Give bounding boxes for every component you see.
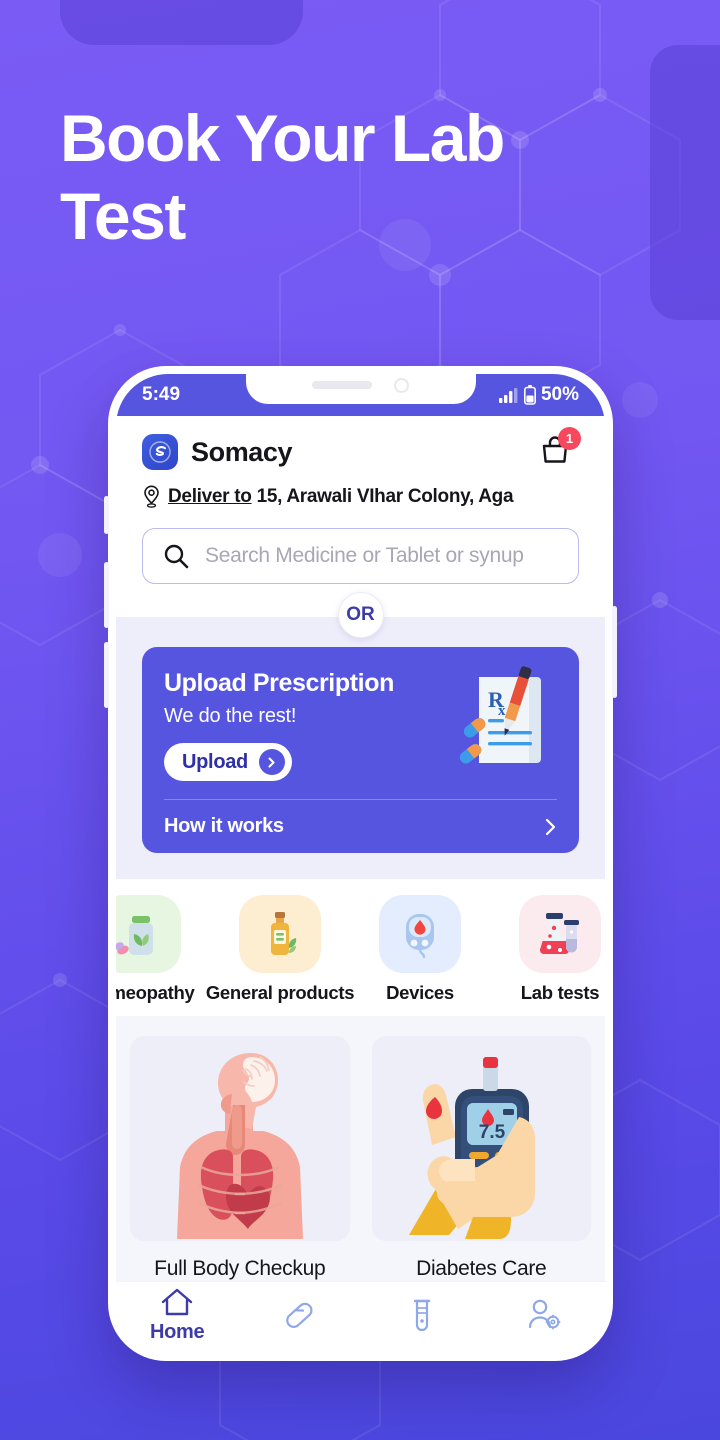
phone-volume-up-button bbox=[104, 562, 109, 628]
home-icon bbox=[161, 1288, 193, 1315]
deliver-to-label: Deliver to bbox=[168, 485, 252, 507]
glucose-reading: 7.5 bbox=[479, 1122, 506, 1143]
glucometer-icon bbox=[379, 895, 461, 974]
category-tab-homeopathy[interactable]: Homeopathy bbox=[116, 895, 210, 1016]
product-section: Full Body Checkup 7.5 Diabetes Care bbox=[116, 1016, 605, 1282]
chevron-right-icon bbox=[258, 749, 285, 776]
nav-item-account[interactable] bbox=[483, 1297, 605, 1333]
category-tab-lab-tests[interactable]: Lab tests bbox=[490, 895, 605, 1016]
signal-bars-icon bbox=[498, 388, 518, 403]
search-placeholder: Search Medicine or Tablet or synup bbox=[205, 544, 524, 568]
brand-block: Somacy bbox=[142, 434, 293, 470]
upload-button[interactable]: Upload bbox=[164, 743, 292, 782]
upload-button-label: Upload bbox=[182, 750, 248, 773]
category-label: General products bbox=[205, 982, 355, 1004]
phone-screen: 5:49 50% Somacy 1 Deliver to 15, Arawali… bbox=[116, 374, 605, 1353]
cart-badge: 1 bbox=[558, 427, 581, 450]
category-label: Lab tests bbox=[520, 982, 600, 1004]
or-badge: OR bbox=[337, 592, 384, 639]
search-input[interactable]: Search Medicine or Tablet or synup bbox=[142, 528, 579, 585]
flask-testtube-icon bbox=[519, 895, 601, 974]
capsule-icon bbox=[286, 1302, 313, 1328]
test-tube-icon bbox=[413, 1299, 430, 1331]
category-tab-general-products[interactable]: General products bbox=[206, 895, 355, 1016]
category-tab-devices[interactable]: Devices bbox=[350, 895, 490, 1016]
promo-section: R x Upload Prescription We do the rest! … bbox=[116, 617, 605, 880]
phone-mute-button bbox=[104, 496, 109, 534]
bottom-navigation: Home bbox=[116, 1281, 605, 1353]
delivery-address-text: Deliver to 15, Arawali VIhar Colony, Aga bbox=[168, 485, 514, 508]
product-name: Full Body Checkup bbox=[154, 1257, 326, 1281]
somacy-logo-icon bbox=[142, 434, 178, 470]
nav-item-lab-tests[interactable] bbox=[361, 1296, 483, 1334]
how-it-works-label: How it works bbox=[164, 815, 284, 838]
phone-notch bbox=[245, 374, 476, 404]
upload-prescription-card[interactable]: R x Upload Prescription We do the rest! … bbox=[142, 647, 579, 854]
app-header: Somacy 1 Deliver to 15, Arawali VIhar Co… bbox=[116, 416, 605, 508]
nav-item-home[interactable]: Home bbox=[116, 1286, 238, 1344]
search-icon bbox=[164, 544, 189, 569]
human-anatomy-icon bbox=[130, 1036, 350, 1242]
front-camera-icon bbox=[394, 377, 409, 393]
product-card-full-body-checkup[interactable]: Full Body Checkup bbox=[130, 1036, 350, 1281]
product-grid: Full Body Checkup 7.5 Diabetes Care bbox=[130, 1036, 591, 1281]
syrup-bottle-icon bbox=[239, 895, 321, 974]
or-divider: OR bbox=[116, 584, 605, 639]
category-label: Devices bbox=[386, 982, 454, 1004]
how-it-works-row[interactable]: How it works bbox=[164, 799, 557, 853]
decorative-rect-top-left bbox=[60, 0, 303, 45]
battery-percent: 50% bbox=[540, 384, 579, 405]
cart-button[interactable]: 1 bbox=[535, 427, 581, 474]
delivery-address-value: 15, Arawali VIhar Colony, Aga bbox=[256, 485, 514, 507]
app-name: Somacy bbox=[191, 436, 293, 467]
status-bar: 5:49 50% bbox=[116, 374, 605, 416]
delivery-address-row[interactable]: Deliver to 15, Arawali VIhar Colony, Aga bbox=[142, 485, 579, 508]
svg-text:x: x bbox=[498, 703, 506, 719]
chevron-right-icon bbox=[545, 818, 556, 835]
brand-row: Somacy 1 bbox=[142, 427, 581, 474]
product-card-diabetes-care[interactable]: 7.5 Diabetes Care bbox=[371, 1036, 591, 1281]
glucometer-hand-icon: 7.5 bbox=[371, 1036, 591, 1242]
phone-mockup: 5:49 50% Somacy 1 Deliver to 15, Arawali… bbox=[104, 366, 617, 1361]
product-name: Diabetes Care bbox=[416, 1257, 547, 1281]
category-label: Homeopathy bbox=[116, 982, 195, 1004]
category-tabs: Homeopathy General products bbox=[116, 879, 605, 1017]
battery-icon bbox=[523, 385, 536, 405]
homeopathy-bottle-icon bbox=[116, 895, 181, 974]
nav-item-medicines[interactable] bbox=[238, 1296, 360, 1334]
phone-power-button bbox=[612, 606, 617, 698]
nav-label: Home bbox=[149, 1320, 205, 1343]
status-indicators: 50% bbox=[498, 384, 579, 406]
speaker-grille bbox=[312, 381, 372, 389]
user-settings-icon bbox=[528, 1299, 561, 1330]
prescription-document-icon: R x bbox=[459, 666, 541, 764]
status-time: 5:49 bbox=[142, 384, 181, 405]
poster-headline: Book Your Lab Test bbox=[60, 101, 505, 253]
decorative-rect-right bbox=[650, 45, 720, 320]
map-pin-icon bbox=[144, 485, 159, 508]
phone-volume-down-button bbox=[104, 642, 109, 708]
